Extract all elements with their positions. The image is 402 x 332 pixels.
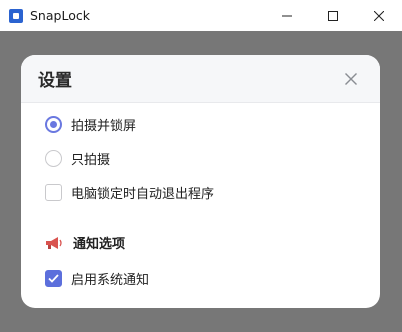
minimize-icon — [282, 15, 292, 16]
minimize-button[interactable] — [264, 0, 310, 31]
window-controls — [264, 0, 402, 31]
radio-capture-only[interactable]: 只拍摄 — [45, 149, 110, 168]
snaplock-app-icon — [9, 8, 23, 23]
checkbox-label: 启用系统通知 — [71, 273, 150, 288]
checkbox-label: 电脑锁定时自动退出程序 — [71, 187, 215, 202]
title-bar: SnapLock — [0, 0, 402, 31]
window-title: SnapLock — [30, 8, 90, 23]
dialog-close-button[interactable] — [342, 70, 360, 88]
radio-button-selected[interactable] — [45, 116, 62, 133]
notification-section-title: 通知选项 — [45, 233, 125, 252]
radio-label: 拍摄并锁屏 — [71, 119, 137, 134]
window-close-button[interactable] — [356, 0, 402, 31]
dialog-header: 设置 — [21, 55, 380, 103]
maximize-button[interactable] — [310, 0, 356, 31]
maximize-icon — [328, 10, 338, 21]
section-title-label: 通知选项 — [73, 237, 126, 252]
close-icon — [345, 73, 357, 85]
settings-dialog: 设置 拍摄并锁屏 只拍摄 电脑锁定时自动退出程序 通知选项 启用系统通知 — [21, 55, 380, 308]
radio-capture-and-lock[interactable]: 拍摄并锁屏 — [45, 115, 136, 134]
dialog-title: 设置 — [38, 71, 72, 91]
checkmark-icon — [48, 274, 59, 283]
close-icon — [374, 10, 384, 21]
radio-button[interactable] — [45, 150, 62, 167]
checkbox-auto-exit[interactable]: 电脑锁定时自动退出程序 — [45, 183, 214, 202]
checkbox[interactable] — [45, 184, 62, 201]
checkbox-enable-notifications[interactable]: 启用系统通知 — [45, 269, 149, 288]
megaphone-icon — [45, 236, 63, 250]
radio-label: 只拍摄 — [71, 153, 111, 168]
checkbox-checked[interactable] — [45, 270, 62, 287]
